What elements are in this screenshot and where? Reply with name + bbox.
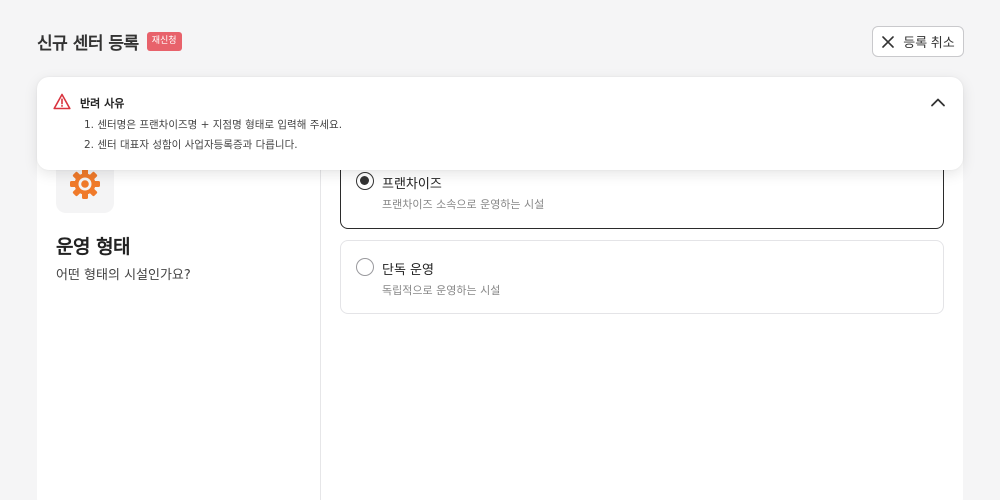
option-description: 프랜차이즈 소속으로 운영하는 시설 [382, 198, 545, 211]
rejection-reason-panel: 반려 사유 1. 센터명은 프랜차이즈명 + 지점명 형태로 입력해 주세요. … [37, 77, 963, 170]
option-label: 단독 운영 [382, 263, 434, 278]
close-icon [882, 35, 895, 48]
section-subtitle: 어떤 형태의 시설인가요? [56, 268, 191, 283]
radio-franchise[interactable] [356, 172, 374, 190]
page-header: 신규 센터 등록 재신청 [37, 29, 182, 54]
collapse-button[interactable] [927, 93, 949, 111]
gear-icon [70, 169, 100, 199]
option-label: 프랜차이즈 [382, 177, 442, 192]
cancel-registration-button[interactable]: 등록 취소 [872, 26, 964, 57]
rejection-title: 반려 사유 [80, 97, 125, 110]
radio-independent[interactable] [356, 258, 374, 276]
warning-icon [53, 93, 71, 110]
vertical-divider [320, 130, 321, 500]
rejection-reason-item: 2. 센터 대표자 성함이 사업자등록증과 다릅니다. [84, 139, 298, 151]
option-independent[interactable]: 단독 운영 독립적으로 운영하는 시설 [340, 240, 944, 314]
rejection-reason-item: 1. 센터명은 프랜차이즈명 + 지점명 형태로 입력해 주세요. [84, 119, 343, 131]
rejection-reason-list: 1. 센터명은 프랜차이즈명 + 지점명 형태로 입력해 주세요. 2. 센터 … [84, 118, 342, 158]
chevron-up-icon [931, 98, 945, 107]
option-description: 독립적으로 운영하는 시설 [382, 284, 501, 297]
cancel-button-label: 등록 취소 [903, 35, 955, 50]
page-title: 신규 센터 등록 [37, 34, 139, 54]
section-title: 운영 형태 [56, 236, 131, 258]
reapply-badge: 재신청 [146, 32, 182, 51]
